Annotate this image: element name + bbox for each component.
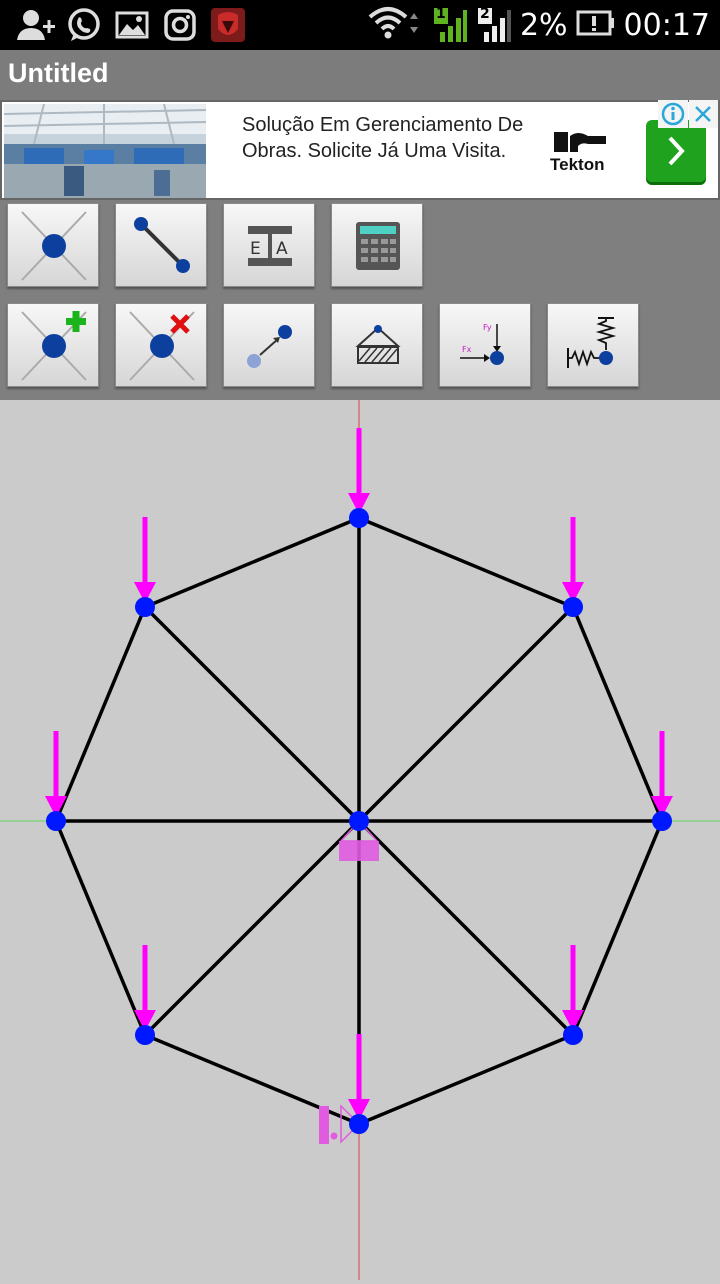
member-bar[interactable] xyxy=(144,516,360,609)
force-button[interactable]: Fy Fx xyxy=(439,303,531,387)
ea-properties-icon: E A xyxy=(248,226,292,266)
battery-icon xyxy=(576,8,616,42)
structure-node[interactable] xyxy=(349,1114,369,1134)
structure-node[interactable] xyxy=(135,597,155,617)
add-contact-icon xyxy=(14,8,56,42)
toolbar: E A Fy Fx xyxy=(0,200,720,400)
ad-choices[interactable] xyxy=(658,100,718,128)
wifi-icon xyxy=(368,5,424,45)
support-button[interactable] xyxy=(331,303,423,387)
calculator-button[interactable] xyxy=(331,203,423,287)
bar-tool-button[interactable] xyxy=(115,203,207,287)
structure-node[interactable] xyxy=(652,811,672,831)
roller-support-base[interactable] xyxy=(319,1106,329,1144)
member-bar[interactable] xyxy=(54,606,147,822)
force-fy-label: Fy xyxy=(483,323,492,332)
ea-label-a: A xyxy=(276,239,288,259)
bar-icon xyxy=(134,217,190,273)
sim1-signal-icon: 1 xyxy=(432,6,468,44)
connect-nodes-button[interactable] xyxy=(223,303,315,387)
select-node-button[interactable] xyxy=(7,203,99,287)
ad-cta-button[interactable] xyxy=(646,120,706,182)
structure-node[interactable] xyxy=(563,1025,583,1045)
roller-wheel xyxy=(330,1132,338,1140)
spring-button[interactable] xyxy=(547,303,639,387)
add-node-icon xyxy=(21,311,87,381)
member-bar[interactable] xyxy=(143,819,361,1037)
member-bar[interactable] xyxy=(571,606,664,822)
structure-node[interactable] xyxy=(135,1025,155,1045)
add-node-button[interactable] xyxy=(7,303,99,387)
whatsapp-icon xyxy=(64,8,104,42)
structure-node[interactable] xyxy=(46,811,66,831)
fixed-support-base[interactable] xyxy=(339,841,379,861)
supports-layer xyxy=(319,819,379,1144)
app-title: Untitled xyxy=(8,58,109,88)
force-icon: Fy Fx xyxy=(460,323,504,365)
structure-node[interactable] xyxy=(349,508,369,528)
member-bar[interactable] xyxy=(54,820,147,1036)
member-bar[interactable] xyxy=(357,819,575,1037)
spring-icon xyxy=(567,317,617,368)
ad-banner[interactable]: Solução Em Gerenciamento De Obras. Solic… xyxy=(0,100,720,200)
member-bar[interactable] xyxy=(143,605,361,823)
title-bar: Untitled xyxy=(0,50,720,100)
status-right: 1 2 2% 00:17 xyxy=(368,0,710,50)
force-fx-label: Fx xyxy=(462,345,472,354)
app-icon xyxy=(210,8,246,42)
gallery-icon xyxy=(114,8,150,42)
sim2-label: 2 xyxy=(479,6,490,22)
drawing-canvas[interactable] xyxy=(0,400,720,1280)
instagram-icon xyxy=(162,8,198,42)
select-node-icon xyxy=(21,211,87,281)
structure-drawing[interactable] xyxy=(0,400,720,1280)
chevron-right-icon xyxy=(668,136,685,166)
battery-percent: 2% xyxy=(519,7,568,43)
ea-properties-button[interactable]: E A xyxy=(223,203,315,287)
connect-nodes-icon xyxy=(247,325,292,368)
ad-brand-text: Tekton xyxy=(550,155,604,174)
structure-node[interactable] xyxy=(349,811,369,831)
status-bar: 1 2 2% 00:17 xyxy=(0,0,720,50)
member-bar[interactable] xyxy=(358,516,574,609)
member-bar[interactable] xyxy=(357,605,575,823)
support-icon xyxy=(355,325,401,364)
ad-text[interactable]: Solução Em Gerenciamento De Obras. Solic… xyxy=(242,112,532,164)
sim2-signal-icon: 2 xyxy=(476,6,512,44)
ea-label-e: E xyxy=(250,239,261,259)
member-bar[interactable] xyxy=(358,1033,574,1126)
sim1-label: 1 xyxy=(435,6,446,22)
member-bar[interactable] xyxy=(571,820,664,1036)
structure-node[interactable] xyxy=(563,597,583,617)
ad-image[interactable] xyxy=(3,103,207,198)
delete-node-button[interactable] xyxy=(115,303,207,387)
clock: 00:17 xyxy=(623,7,710,43)
calculator-icon xyxy=(356,222,400,270)
tekton-logo[interactable]: Tekton xyxy=(548,130,612,180)
delete-node-icon xyxy=(129,311,195,381)
